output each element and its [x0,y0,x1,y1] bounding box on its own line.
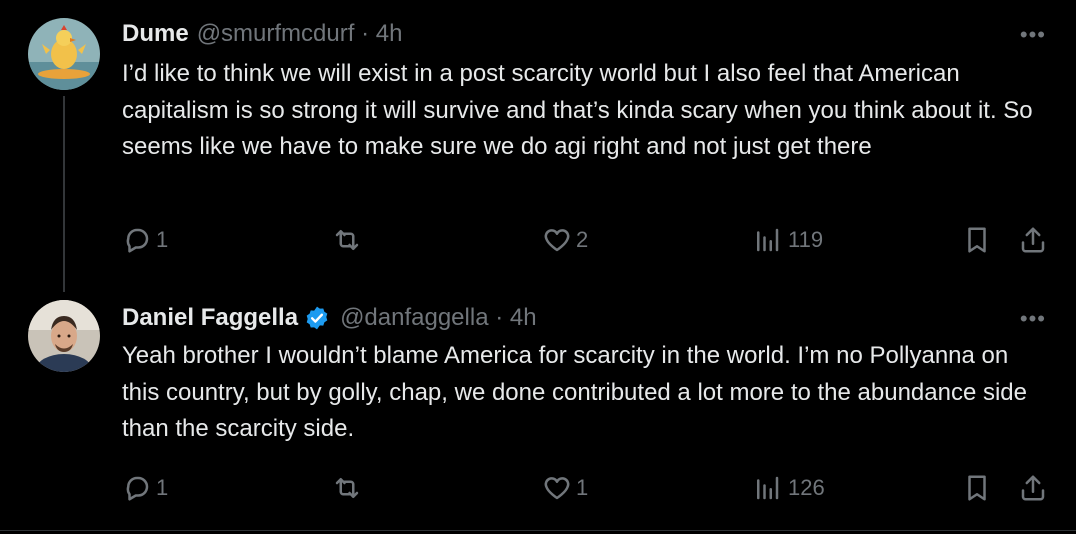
avatar-chicken-surfer-image [28,18,100,90]
avatar-portrait-image [28,300,100,372]
more-options-icon[interactable]: ••• [1020,306,1046,332]
repost-button[interactable] [332,468,366,508]
share-button[interactable] [1018,220,1048,260]
bookmark-icon [968,475,986,501]
like-count: 2 [576,227,589,252]
action-bar: 1 1 126 [0,468,1076,508]
display-name[interactable]: Daniel Faggella [122,304,298,332]
view-count: 119 [788,227,824,252]
share-button[interactable] [1018,468,1048,508]
action-bar: 1 2 119 [0,220,1076,260]
more-options-icon[interactable]: ••• [1020,22,1046,48]
reply-icon [126,476,149,501]
divider [0,530,1076,531]
tweet-header: Dume @smurfmcdurf · 4h [122,18,402,50]
avatar[interactable] [28,18,100,90]
bookmark-icon [968,227,986,253]
views-button[interactable]: 126 [752,468,825,508]
analytics-icon [757,476,779,500]
tweet-text: I’d like to think we will exist in a pos… [122,60,1033,160]
reply-button[interactable]: 1 [122,220,168,260]
repost-button[interactable] [332,220,366,260]
like-button[interactable]: 1 [542,468,588,508]
share-icon [1021,475,1045,501]
like-count: 1 [576,475,589,500]
tweet[interactable]: Daniel Faggella @danfaggella · 4h ••• Ye… [0,280,1076,534]
display-name[interactable]: Dume [122,20,189,48]
repost-icon [335,478,359,498]
view-count: 126 [788,475,825,500]
heart-icon [544,477,570,500]
heart-icon [544,229,570,252]
repost-icon [335,230,359,250]
verified-badge-icon[interactable] [304,305,330,331]
bookmark-button[interactable] [962,468,992,508]
like-button[interactable]: 2 [542,220,588,260]
tweet-header: Daniel Faggella @danfaggella · 4h [122,302,537,334]
reply-count: 1 [156,475,169,500]
tweet[interactable]: Dume @smurfmcdurf · 4h ••• I’d like to t… [0,0,1076,292]
share-icon [1021,227,1045,253]
analytics-icon [757,228,779,252]
reply-icon [126,228,149,253]
reply-button[interactable]: 1 [122,468,168,508]
avatar[interactable] [28,300,100,372]
bookmark-button[interactable] [962,220,992,260]
thread-connector-line [63,96,65,292]
reply-count: 1 [156,227,169,252]
handle-and-time[interactable]: @smurfmcdurf · 4h [197,20,403,48]
tweet-text: Yeah brother I wouldn’t blame America fo… [122,342,1028,442]
views-button[interactable]: 119 [752,220,823,260]
handle-and-time[interactable]: @danfaggella · 4h [340,304,537,332]
